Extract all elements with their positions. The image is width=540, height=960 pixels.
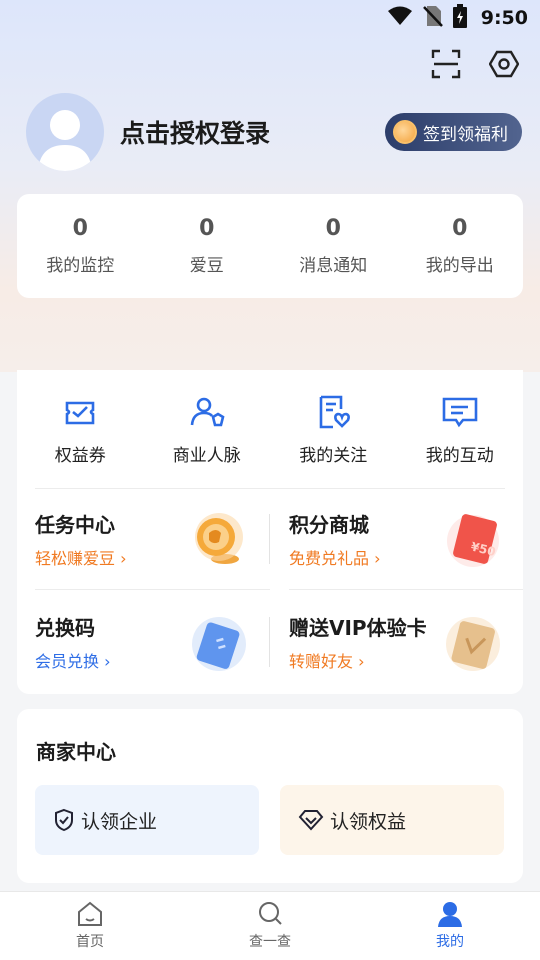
login-prompt[interactable]: 点击授权登录 <box>120 114 385 150</box>
tab-label: 我的 <box>436 934 464 950</box>
stat-notifications[interactable]: 0 消息通知 <box>270 194 397 298</box>
contacts-icon <box>190 397 225 426</box>
tile-gift-vip-card[interactable]: 赠送VIP体验卡 转赠好友 › <box>271 592 507 692</box>
follow-icon <box>319 395 351 428</box>
claim-rights-label: 认领权益 <box>330 810 407 833</box>
no-sim-icon <box>422 5 443 31</box>
header-actions <box>430 48 520 80</box>
wifi-icon <box>387 6 413 30</box>
divider <box>269 514 270 564</box>
tile-task-center[interactable]: 任务中心 轻松赚爱豆 › <box>17 489 253 589</box>
coin-stack-icon <box>195 513 243 564</box>
scan-icon[interactable] <box>430 48 462 80</box>
diamond-icon <box>298 810 324 831</box>
quick-link-interactions[interactable]: 我的互动 <box>397 393 524 466</box>
tile-redeem-code[interactable]: 兑换码 会员兑换 › <box>17 592 253 692</box>
chat-icon <box>442 397 478 427</box>
tile-subtitle: 转赠好友 › <box>289 652 365 671</box>
stat-label: 我的导出 <box>425 256 494 276</box>
signin-reward-button[interactable]: 签到领福利 <box>385 113 522 151</box>
quick-link-label: 我的互动 <box>425 445 494 466</box>
tile-title: 兑换码 <box>35 616 95 640</box>
signin-reward-label: 签到领福利 <box>423 124 508 145</box>
merchant-center-title: 商家中心 <box>36 740 116 764</box>
quick-link-follows[interactable]: 我的关注 <box>270 393 397 466</box>
settings-icon[interactable] <box>488 48 520 80</box>
quick-link-label: 我的关注 <box>299 445 368 466</box>
quick-link-coupons[interactable]: 权益券 <box>17 393 144 466</box>
stat-monitor[interactable]: 0 我的监控 <box>17 194 144 298</box>
merchant-center-card: 商家中心 认领企业 认领权益 <box>17 709 523 883</box>
stat-label: 我的监控 <box>46 256 115 276</box>
red-envelope-icon: ¥50 <box>447 514 499 567</box>
tile-title: 任务中心 <box>35 513 115 537</box>
tile-subtitle: 轻松赚爱豆 › <box>35 549 127 568</box>
quick-link-label: 商业人脉 <box>172 445 241 466</box>
stat-beans[interactable]: 0 爱豆 <box>144 194 271 298</box>
vip-card-icon <box>446 617 500 671</box>
bottom-tab-bar: 首页 查一查 我的 <box>0 891 540 960</box>
divider <box>269 617 270 667</box>
shield-check-icon <box>55 808 73 832</box>
claim-rights-button[interactable]: 认领权益 <box>280 785 504 855</box>
stat-value: 0 <box>452 216 468 241</box>
stat-value: 0 <box>199 216 215 241</box>
status-bar: 9:50 <box>0 0 540 36</box>
profile-section: 点击授权登录 签到领福利 <box>26 93 522 171</box>
stat-label: 爱豆 <box>189 256 224 276</box>
services-card: 权益券 商业人脉 我的关注 我的互动 任务中心 轻松赚爱豆 › 积分商城 免费兑… <box>17 370 523 694</box>
claim-company-button[interactable]: 认领企业 <box>35 785 259 855</box>
stat-exports[interactable]: 0 我的导出 <box>397 194 524 298</box>
coupon-icon <box>65 401 95 424</box>
tab-mine[interactable]: 我的 <box>360 892 540 960</box>
search-icon <box>259 902 282 925</box>
tile-title: 积分商城 <box>289 513 369 537</box>
quick-link-contacts[interactable]: 商业人脉 <box>144 393 271 466</box>
tile-title: 赠送VIP体验卡 <box>289 616 427 640</box>
stats-card: 0 我的监控 0 爱豆 0 消息通知 0 我的导出 <box>17 194 523 298</box>
user-icon <box>438 902 462 927</box>
tile-points-mall[interactable]: 积分商城 免费兑礼品 › ¥50 <box>271 489 507 589</box>
stat-label: 消息通知 <box>299 256 368 276</box>
claim-company-label: 认领企业 <box>81 810 158 833</box>
card-icon <box>192 617 246 671</box>
quick-link-label: 权益券 <box>54 445 106 466</box>
divider <box>289 589 523 590</box>
tab-label: 首页 <box>76 934 104 950</box>
divider <box>35 589 270 590</box>
tab-home[interactable]: 首页 <box>0 892 180 960</box>
tab-search[interactable]: 查一查 <box>180 892 360 960</box>
home-icon <box>78 901 102 926</box>
tile-subtitle: 会员兑换 › <box>35 652 111 671</box>
tab-label: 查一查 <box>249 934 291 950</box>
stat-value: 0 <box>72 216 88 241</box>
avatar[interactable] <box>26 93 104 171</box>
coin-icon <box>393 120 417 144</box>
quick-links: 权益券 商业人脉 我的关注 我的互动 <box>17 370 523 488</box>
stat-value: 0 <box>325 216 341 241</box>
clock: 9:50 <box>480 7 528 29</box>
tile-subtitle: 免费兑礼品 › <box>289 549 381 568</box>
battery-icon <box>452 4 467 32</box>
